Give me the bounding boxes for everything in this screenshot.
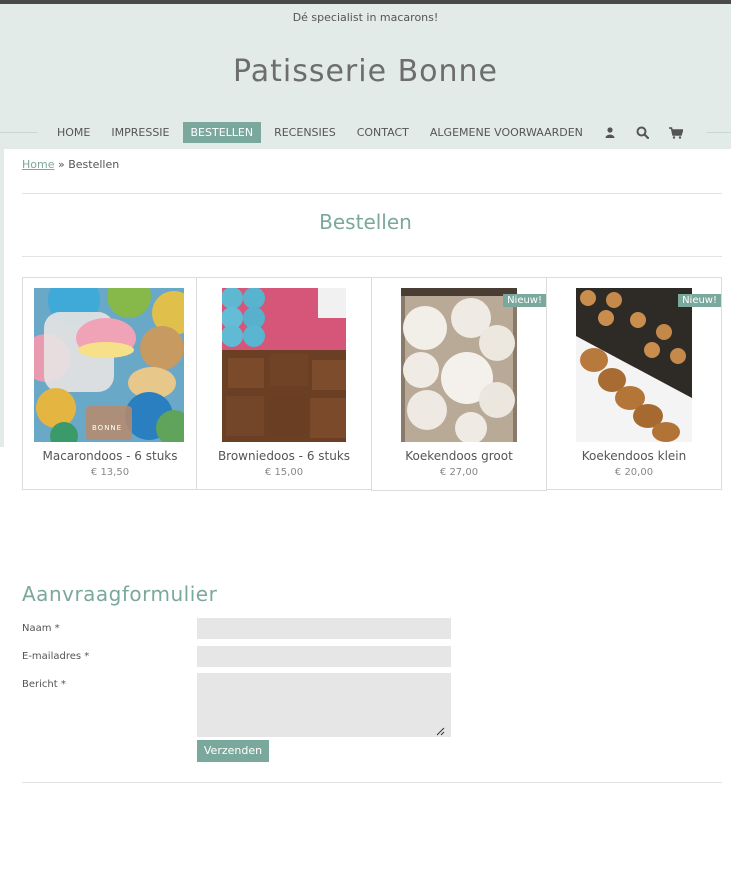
product-card[interactable]: Nieuw! Koekendoos groot € 27,00: [371, 277, 547, 491]
email-field[interactable]: [197, 646, 451, 667]
product-price: € 20,00: [614, 467, 654, 478]
email-label: E-mailadres *: [22, 651, 90, 662]
product-card[interactable]: Browniedoos - 6 stuks € 15,00: [196, 277, 372, 490]
product-image-cookies-large[interactable]: [401, 288, 517, 442]
bonne-logo: BONNE: [92, 424, 123, 432]
product-name[interactable]: Koekendoos klein: [547, 449, 721, 463]
resize-handle-icon[interactable]: [435, 721, 445, 736]
nav-item-home[interactable]: HOME: [49, 122, 98, 143]
main-nav: HOME IMPRESSIE BESTELLEN RECENSIES CONTA…: [49, 122, 690, 143]
tagline: Dé specialist in macarons!: [292, 11, 439, 24]
product-card[interactable]: BONNE Macarondoos - 6 stuks € 13,50: [22, 277, 198, 490]
nav-item-bestellen[interactable]: BESTELLEN: [182, 122, 262, 143]
user-icon[interactable]: [596, 122, 624, 143]
product-name[interactable]: Koekendoos groot: [372, 449, 546, 463]
nav-divider-left: [0, 132, 38, 133]
product-card[interactable]: Nieuw! Koekendoos klein € 20,00: [546, 277, 722, 490]
product-price: € 13,50: [90, 467, 130, 478]
site-title[interactable]: Patisserie Bonne: [0, 54, 731, 89]
divider-bottom: [22, 256, 722, 257]
submit-button[interactable]: Verzenden: [197, 740, 269, 762]
breadcrumb-home-link[interactable]: Home: [22, 158, 54, 171]
product-grid: BONNE Macarondoos - 6 stuks € 13,50 Brow…: [22, 277, 722, 491]
product-price: € 27,00: [439, 467, 479, 478]
breadcrumb: Home » Bestellen: [22, 158, 119, 171]
nav-item-algemene-voorwaarden[interactable]: ALGEMENE VOORWAARDEN: [422, 122, 591, 143]
nav-item-recensies[interactable]: RECENSIES: [266, 122, 344, 143]
product-image-cookies-small[interactable]: [576, 288, 692, 442]
product-name[interactable]: Browniedoos - 6 stuks: [197, 449, 371, 463]
form-title: Aanvraagformulier: [22, 582, 218, 606]
nav-item-impressie[interactable]: IMPRESSIE: [103, 122, 177, 143]
page-title: Bestellen: [319, 210, 412, 234]
message-label: Bericht *: [22, 679, 66, 690]
product-image-macarons[interactable]: BONNE: [34, 288, 184, 442]
name-field[interactable]: [197, 618, 451, 639]
side-strip: [0, 149, 4, 447]
nav-item-contact[interactable]: CONTACT: [349, 122, 417, 143]
message-field[interactable]: [197, 673, 451, 737]
breadcrumb-separator: »: [57, 158, 65, 171]
divider-top: [22, 193, 722, 194]
new-badge: Nieuw!: [503, 294, 546, 307]
nav-divider-right: [706, 132, 731, 133]
cart-icon[interactable]: [662, 122, 690, 143]
product-price: € 15,00: [264, 467, 304, 478]
product-name[interactable]: Macarondoos - 6 stuks: [23, 449, 197, 463]
search-icon[interactable]: [629, 122, 657, 143]
divider-form-bottom: [22, 782, 722, 783]
new-badge: Nieuw!: [678, 294, 721, 307]
product-image-brownies[interactable]: [222, 288, 346, 442]
site-header: Dé specialist in macarons! Patisserie Bo…: [0, 4, 731, 149]
breadcrumb-current: Bestellen: [68, 158, 120, 171]
name-label: Naam *: [22, 623, 60, 634]
